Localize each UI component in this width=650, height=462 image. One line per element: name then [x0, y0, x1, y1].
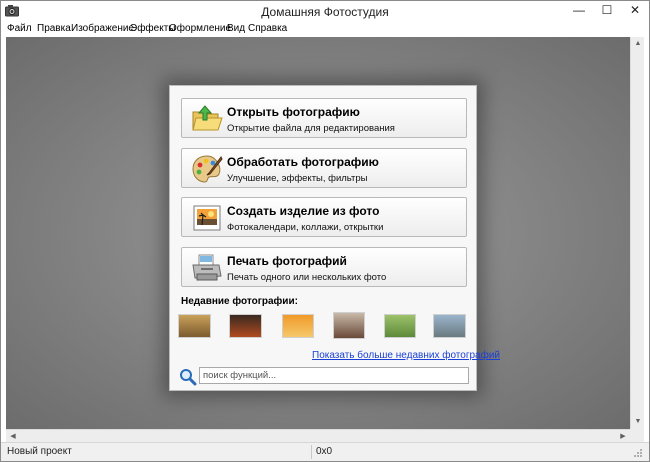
- edit-photo-title: Обработать фотографию: [227, 155, 379, 169]
- picture-frame-icon: [193, 205, 221, 231]
- feature-search-input[interactable]: [199, 367, 469, 384]
- show-more-recent-link[interactable]: Показать больше недавних фотографий: [312, 350, 500, 361]
- scroll-down-icon[interactable]: ▼: [631, 415, 645, 429]
- status-divider: [311, 445, 312, 459]
- create-product-subtitle: Фотокалендари, коллажи, открытки: [227, 222, 384, 233]
- create-product-button[interactable]: Создать изделие из фото Фотокалендари, к…: [181, 197, 467, 237]
- edit-photo-subtitle: Улучшение, эффекты, фильтры: [227, 173, 368, 184]
- recent-photo-6[interactable]: [433, 314, 466, 338]
- status-bar: Новый проект 0x0: [1, 442, 649, 461]
- scrollbar-corner: [630, 429, 644, 442]
- scroll-up-icon[interactable]: ▲: [631, 37, 645, 51]
- menu-view[interactable]: Вид: [227, 23, 245, 34]
- print-photos-subtitle: Печать одного или нескольких фото: [227, 272, 387, 283]
- window-title: Домашняя Фотостудия: [261, 5, 389, 19]
- menu-bar: Файл Правка Изображение Эффекты Оформлен…: [1, 22, 649, 37]
- search-icon: [180, 369, 197, 386]
- print-photos-button[interactable]: Печать фотографий Печать одного или неск…: [181, 247, 467, 287]
- edit-photo-button[interactable]: Обработать фотографию Улучшение, эффекты…: [181, 148, 467, 188]
- vertical-scrollbar[interactable]: ▲ ▼: [630, 37, 644, 429]
- app-window: Домашняя Фотостудия — ☐ ✕ Файл Правка Из…: [0, 0, 650, 462]
- recent-photo-5[interactable]: [384, 314, 416, 338]
- open-photo-title: Открыть фотографию: [227, 105, 360, 119]
- folder-open-icon: [192, 105, 223, 131]
- print-photos-title: Печать фотографий: [227, 254, 347, 268]
- close-button[interactable]: ✕: [622, 1, 648, 21]
- maximize-button[interactable]: ☐: [594, 1, 620, 21]
- create-product-title: Создать изделие из фото: [227, 204, 380, 218]
- palette-icon: [192, 155, 223, 183]
- title-bar: Домашняя Фотостудия — ☐ ✕: [1, 1, 649, 22]
- open-photo-subtitle: Открытие файла для редактирования: [227, 123, 395, 134]
- start-panel: Открыть фотографию Открытие файла для ре…: [169, 85, 500, 391]
- recent-photo-2[interactable]: [229, 314, 262, 338]
- project-status: Новый проект: [7, 446, 72, 457]
- horizontal-scrollbar[interactable]: ◀ ▶: [6, 429, 630, 442]
- recent-photo-1[interactable]: [178, 314, 211, 338]
- resize-grip-icon[interactable]: [633, 448, 643, 458]
- canvas-size-readout: 0x0: [316, 446, 333, 457]
- menu-design[interactable]: Оформление: [169, 23, 231, 34]
- menu-edit[interactable]: Правка: [37, 23, 71, 34]
- menu-help[interactable]: Справка: [248, 23, 287, 34]
- open-photo-button[interactable]: Открыть фотографию Открытие файла для ре…: [181, 98, 467, 138]
- minimize-button[interactable]: —: [566, 1, 592, 21]
- menu-file[interactable]: Файл: [7, 23, 32, 34]
- menu-image[interactable]: Изображение: [71, 23, 134, 34]
- printer-icon: [192, 254, 222, 281]
- recent-photo-3[interactable]: [282, 314, 314, 338]
- recent-photo-4[interactable]: [333, 312, 365, 339]
- recent-photos-label: Недавние фотографии:: [181, 296, 298, 307]
